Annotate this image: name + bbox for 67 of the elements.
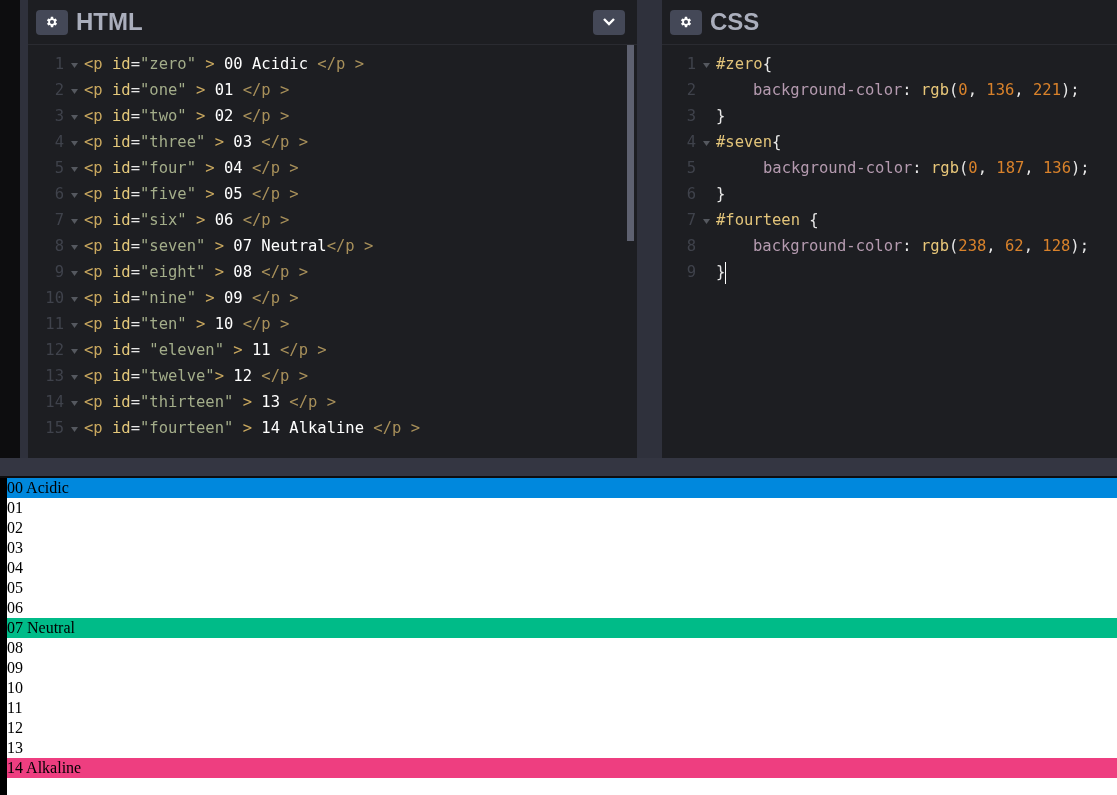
fold-triangle-icon[interactable] (70, 244, 78, 250)
code-line: } (716, 184, 726, 206)
fold-triangle-icon[interactable] (70, 192, 78, 198)
preview-paragraph: 02 (7, 518, 24, 538)
code-line: background-color: rgb(238, 62, 128); (753, 236, 1089, 258)
resize-bar[interactable] (0, 458, 1117, 478)
preview-paragraph: 00 Acidic (7, 478, 1117, 498)
code-line: <p id="zero" > 00 Acidic </p > (84, 54, 364, 76)
preview-paragraph: 12 (7, 718, 24, 738)
code-line: <p id= "eleven" > 11 </p > (84, 340, 327, 362)
panel-title: CSS (710, 7, 760, 37)
code-line: <p id="nine" > 09 </p > (84, 288, 299, 310)
preview-paragraph: 14 Alkaline (7, 758, 1117, 778)
fold-triangle-icon[interactable] (70, 348, 78, 354)
preview-paragraph: 07 Neutral (7, 618, 1117, 638)
preview-paragraph: 13 (7, 738, 24, 758)
fold-triangle-icon[interactable] (70, 62, 78, 68)
code-line: #zero{ (716, 54, 772, 76)
preview-paragraph: 08 (7, 638, 24, 658)
code-line: <p id="four" > 04 </p > (84, 158, 299, 180)
code-line: <p id="twelve"> 12 </p > (84, 366, 308, 388)
preview-paragraph: 10 (7, 678, 24, 698)
fold-triangle-icon[interactable] (702, 218, 710, 224)
preview-paragraph: 11 (7, 698, 24, 718)
code-line: } (716, 106, 726, 128)
fold-triangle-icon[interactable] (70, 88, 78, 94)
fold-triangle-icon[interactable] (702, 140, 710, 146)
code-line: <p id="two" > 02 </p > (84, 106, 290, 128)
fold-triangle-icon[interactable] (70, 140, 78, 146)
panel-title: HTML (76, 7, 143, 37)
preview-paragraph: 09 (7, 658, 24, 678)
code-line: background-color: rgb(0, 136, 221); (753, 80, 1080, 102)
preview-paragraph: 01 (7, 498, 24, 518)
preview-paragraph: 03 (7, 538, 24, 558)
code-line: <p id="six" > 06 </p > (84, 210, 290, 232)
code-line: <p id="thirteen" > 13 </p > (84, 392, 336, 414)
code-line: <p id="one" > 01 </p > (84, 80, 290, 102)
chevron-down-icon (602, 17, 616, 27)
code-line: #fourteen { (716, 210, 819, 232)
code-line: <p id="eight" > 08 </p > (84, 262, 308, 284)
code-line: <p id="seven" > 07 Neutral</p > (84, 236, 374, 258)
code-line: <p id="three" > 03 </p > (84, 132, 308, 154)
fold-triangle-icon[interactable] (70, 296, 78, 302)
fold-triangle-icon[interactable] (70, 270, 78, 276)
scrollbar-thumb[interactable] (627, 45, 634, 241)
settings-icon (45, 15, 59, 29)
fold-triangle-icon[interactable] (70, 114, 78, 120)
code-line: <p id="ten" > 10 </p > (84, 314, 290, 336)
preview-paragraph: 04 (7, 558, 24, 578)
code-line: <p id="five" > 05 </p > (84, 184, 299, 206)
fold-triangle-icon[interactable] (70, 426, 78, 432)
settings-button[interactable] (670, 9, 702, 35)
preview-paragraph: 06 (7, 598, 24, 618)
preview-paragraph: 05 (7, 578, 24, 598)
fold-triangle-icon[interactable] (70, 400, 78, 406)
code-line: #seven{ (716, 132, 782, 154)
code-line: background-color: rgb(0, 187, 136); (763, 158, 1090, 180)
fold-triangle-icon[interactable] (702, 62, 710, 68)
code-line: } (716, 262, 726, 284)
dropdown-button[interactable] (593, 9, 625, 35)
fold-triangle-icon[interactable] (70, 166, 78, 172)
code-line: <p id="fourteen" > 14 Alkaline </p > (84, 418, 420, 440)
fold-triangle-icon[interactable] (70, 374, 78, 380)
settings-button[interactable] (36, 9, 68, 35)
settings-icon (679, 15, 693, 29)
fold-triangle-icon[interactable] (70, 218, 78, 224)
fold-triangle-icon[interactable] (70, 322, 78, 328)
